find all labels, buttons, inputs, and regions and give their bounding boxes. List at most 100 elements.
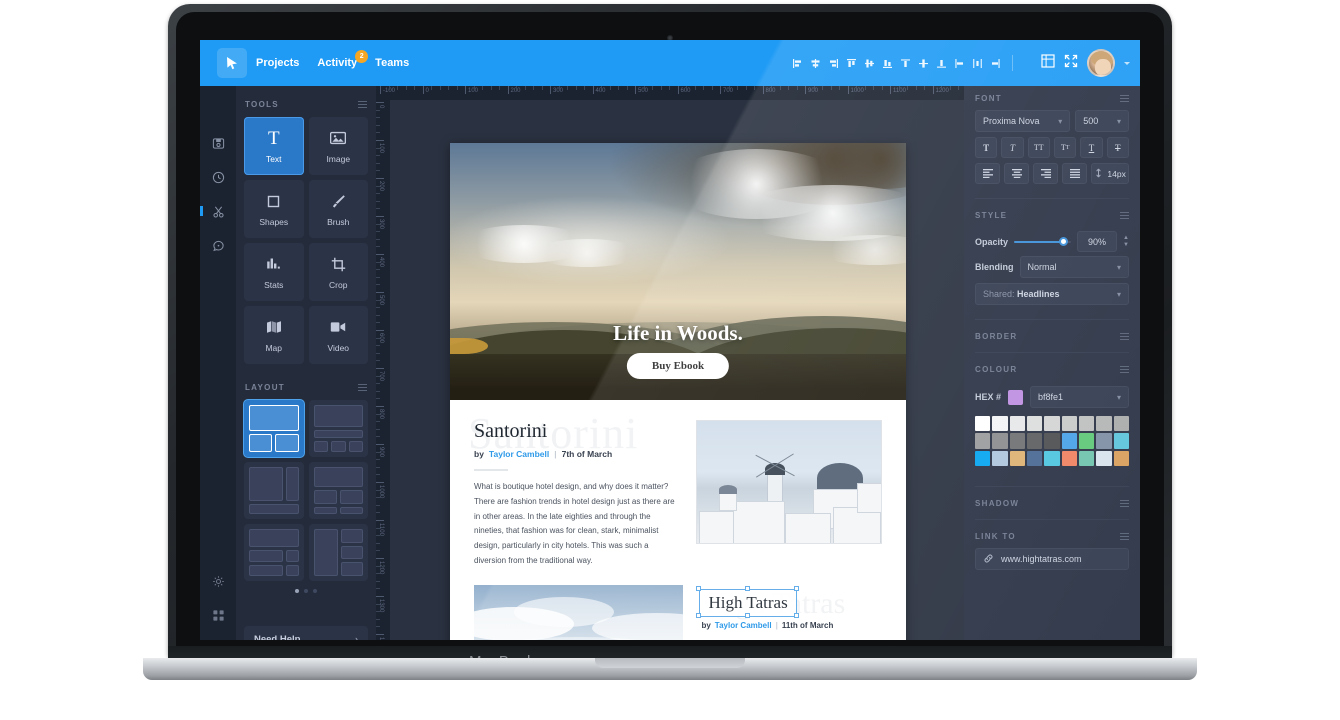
tool-image[interactable]: Image xyxy=(308,117,368,175)
hex-value-field[interactable]: bf8fe1 ▾ xyxy=(1030,386,1129,408)
colour-swatch[interactable] xyxy=(1044,433,1060,449)
border-section-header[interactable]: BORDER xyxy=(964,324,1140,348)
colour-swatch[interactable] xyxy=(975,416,991,432)
colour-swatch[interactable] xyxy=(1079,416,1095,432)
tool-text[interactable]: T Text xyxy=(244,117,304,175)
hero-section[interactable]: Life in Woods. Buy Ebook xyxy=(450,143,906,400)
align-text-center-icon[interactable] xyxy=(1004,163,1030,184)
need-help-button[interactable]: Need Help › xyxy=(244,626,368,640)
layout-panel-menu-icon[interactable] xyxy=(358,383,367,391)
colour-swatch[interactable] xyxy=(1096,433,1112,449)
opacity-value-field[interactable]: 90% xyxy=(1077,231,1118,252)
layout-option-1[interactable] xyxy=(244,400,304,457)
colour-swatch[interactable] xyxy=(992,416,1008,432)
distribute-left-icon[interactable] xyxy=(951,52,968,74)
distribute-top-icon[interactable] xyxy=(897,52,914,74)
shadow-section-menu-icon[interactable] xyxy=(1120,499,1129,507)
align-text-left-icon[interactable] xyxy=(975,163,1001,184)
canvas-area[interactable]: Life in Woods. Buy Ebook Santorini Santo… xyxy=(390,100,964,640)
fullscreen-icon[interactable] xyxy=(1064,54,1078,73)
horizontal-ruler[interactable]: -100 0 100 200 300 400 500 600 700 800 900 1000 1100… xyxy=(376,86,964,100)
grid-icon[interactable] xyxy=(1041,53,1055,73)
font-weight-select[interactable]: 500 ▾ xyxy=(1075,110,1129,132)
layout-option-5[interactable] xyxy=(244,524,304,581)
santorini-photo[interactable] xyxy=(696,420,882,544)
apps-grid-icon[interactable] xyxy=(200,598,236,632)
align-text-right-icon[interactable] xyxy=(1033,163,1059,184)
chevron-down-icon[interactable] xyxy=(1124,61,1130,65)
italic-icon[interactable]: T xyxy=(1001,137,1024,158)
hero-title[interactable]: Life in Woods. xyxy=(450,321,906,346)
nav-item-projects[interactable]: Projects xyxy=(256,57,299,69)
shadow-section-header[interactable]: SHADOW xyxy=(964,491,1140,515)
save-disk-icon[interactable] xyxy=(200,126,236,160)
tool-crop[interactable]: Crop xyxy=(308,243,368,301)
bold-icon[interactable]: T xyxy=(975,137,998,158)
align-text-justify-icon[interactable] xyxy=(1062,163,1088,184)
stepper-down-icon[interactable]: ▼ xyxy=(1123,242,1129,248)
opacity-slider[interactable] xyxy=(1014,236,1072,246)
nav-item-teams[interactable]: Teams xyxy=(375,57,409,69)
underline-icon[interactable]: T xyxy=(1080,137,1103,158)
distribute-horizontal-icon[interactable] xyxy=(969,52,986,74)
small-caps-icon[interactable]: TT xyxy=(1053,137,1077,158)
blending-select[interactable]: Normal ▾ xyxy=(1019,256,1129,278)
colour-swatch[interactable] xyxy=(1009,433,1026,449)
colour-swatch[interactable] xyxy=(1027,450,1043,467)
colour-swatch[interactable] xyxy=(1009,450,1026,467)
nav-item-activity[interactable]: Activity 2 xyxy=(317,50,369,69)
colour-swatch[interactable] xyxy=(1061,416,1078,432)
layout-option-2[interactable] xyxy=(308,400,368,457)
style-section-menu-icon[interactable] xyxy=(1120,211,1129,219)
selection-handle[interactable] xyxy=(794,585,800,591)
layout-option-3[interactable] xyxy=(244,462,304,519)
distribute-bottom-icon[interactable] xyxy=(933,52,950,74)
align-center-horizontal-icon[interactable] xyxy=(807,52,824,74)
selection-handle[interactable] xyxy=(696,612,702,618)
cursor-tool-button[interactable] xyxy=(217,48,247,78)
scissors-icon[interactable] xyxy=(200,194,236,228)
colour-swatch[interactable] xyxy=(1027,433,1043,449)
border-section-menu-icon[interactable] xyxy=(1120,332,1129,340)
history-clock-icon[interactable] xyxy=(200,160,236,194)
stepper-up-icon[interactable]: ▲ xyxy=(1123,235,1129,241)
link-to-field[interactable]: www.hightatras.com xyxy=(975,548,1129,571)
colour-swatch[interactable] xyxy=(1061,450,1078,467)
colour-swatch[interactable] xyxy=(975,450,991,467)
font-family-select[interactable]: Proxima Nova ▾ xyxy=(975,110,1071,132)
colour-swatch[interactable] xyxy=(1096,450,1112,467)
colour-swatch[interactable] xyxy=(1044,416,1060,432)
selection-handle[interactable] xyxy=(794,612,800,618)
gear-icon[interactable] xyxy=(200,564,236,598)
opacity-stepper[interactable]: ▲ ▼ xyxy=(1123,235,1129,248)
colour-swatch[interactable] xyxy=(1096,416,1112,432)
tool-shapes[interactable]: Shapes xyxy=(244,180,304,238)
link-section-menu-icon[interactable] xyxy=(1120,532,1129,540)
vertical-ruler[interactable]: 0 100 200 300 400 500 600 700 800 900 1000 1100 1200… xyxy=(376,100,390,640)
colour-section-menu-icon[interactable] xyxy=(1120,365,1129,373)
layout-option-6[interactable] xyxy=(308,524,368,581)
distribute-right-icon[interactable] xyxy=(987,52,1004,74)
byline-author[interactable]: Taylor Cambell xyxy=(489,449,549,459)
colour-swatch[interactable] xyxy=(1113,433,1130,449)
colour-swatch[interactable] xyxy=(1009,416,1026,432)
avatar[interactable] xyxy=(1087,49,1115,77)
selection-handle[interactable] xyxy=(745,612,751,618)
font-section-menu-icon[interactable] xyxy=(1120,94,1129,102)
align-bottom-icon[interactable] xyxy=(879,52,896,74)
colour-swatch[interactable] xyxy=(1044,450,1060,467)
hex-colour-swatch[interactable] xyxy=(1008,389,1024,405)
colour-swatch[interactable] xyxy=(1061,433,1078,449)
comment-icon[interactable] xyxy=(200,228,236,262)
tool-video[interactable]: Video xyxy=(308,306,368,364)
align-right-icon[interactable] xyxy=(825,52,842,74)
article-title[interactable]: Santorini xyxy=(474,420,680,443)
tool-map[interactable]: Map xyxy=(244,306,304,364)
opacity-slider-knob[interactable] xyxy=(1059,236,1069,246)
pagination-dot[interactable] xyxy=(295,589,299,593)
byline-author[interactable]: Taylor Cambell xyxy=(715,621,772,630)
design-page[interactable]: Life in Woods. Buy Ebook Santorini Santo… xyxy=(450,143,906,640)
selection-handle[interactable] xyxy=(745,585,751,591)
colour-swatch[interactable] xyxy=(975,433,991,449)
layout-pagination[interactable] xyxy=(236,589,376,593)
